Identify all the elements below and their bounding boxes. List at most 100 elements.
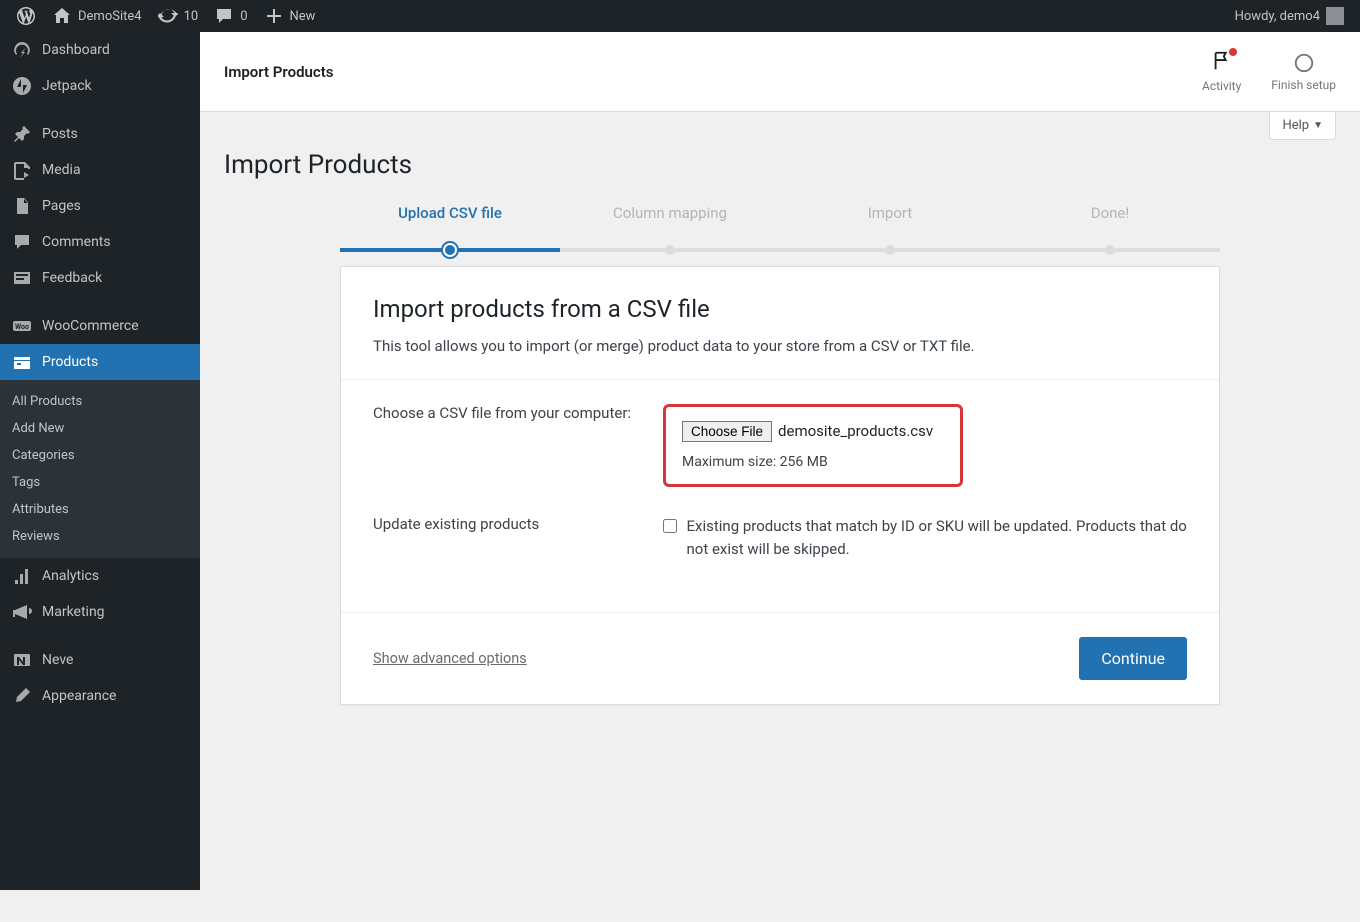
page-title: Import Products <box>224 150 1336 180</box>
update-existing-checkbox[interactable] <box>663 517 677 535</box>
label: Column mapping <box>613 204 727 222</box>
activity-button[interactable]: Activity <box>1202 50 1241 93</box>
step-import: Import <box>780 204 1000 246</box>
sidebar-item-woocommerce[interactable]: Woo WooCommerce <box>0 308 200 344</box>
admin-sidebar: Dashboard Jetpack Posts Media Pages Comm… <box>0 32 200 890</box>
avatar <box>1326 7 1344 25</box>
media-icon <box>12 160 32 180</box>
page-icon <box>12 196 32 216</box>
header-title: Import Products <box>224 63 334 81</box>
step-dot <box>885 245 895 255</box>
step-dot <box>443 243 457 257</box>
label: Marketing <box>42 604 105 620</box>
comments-link[interactable]: 0 <box>206 0 255 32</box>
submenu-reviews[interactable]: Reviews <box>0 523 200 550</box>
submenu-attributes[interactable]: Attributes <box>0 496 200 523</box>
label: Import <box>868 204 913 222</box>
svg-text:Woo: Woo <box>15 323 29 331</box>
label: Media <box>42 162 81 178</box>
submenu-add-new[interactable]: Add New <box>0 415 200 442</box>
selected-filename: demosite_products.csv <box>778 422 933 440</box>
sidebar-item-comments[interactable]: Comments <box>0 224 200 260</box>
site-name: DemoSite4 <box>78 9 142 24</box>
show-advanced-link[interactable]: Show advanced options <box>373 650 527 667</box>
help-tab[interactable]: Help ▼ <box>1269 112 1336 140</box>
woo-icon: Woo <box>12 316 32 336</box>
home-icon <box>52 6 72 26</box>
label: Pages <box>42 198 81 214</box>
label: Feedback <box>42 270 102 286</box>
sidebar-item-feedback[interactable]: Feedback <box>0 260 200 296</box>
label: Analytics <box>42 568 99 584</box>
wordpress-icon <box>16 6 36 26</box>
comment-icon <box>214 6 234 26</box>
chevron-down-icon: ▼ <box>1313 120 1323 131</box>
site-link[interactable]: DemoSite4 <box>44 0 150 32</box>
wp-logo[interactable] <box>8 0 44 32</box>
account-link[interactable]: Howdy, demo4 <box>1227 0 1352 32</box>
label: Help <box>1282 118 1309 133</box>
updates-link[interactable]: 10 <box>150 0 207 32</box>
label: Jetpack <box>42 78 92 94</box>
update-existing-desc: Existing products that match by ID or SK… <box>687 515 1188 560</box>
file-input-highlight: Choose File demosite_products.csv Maximum… <box>663 404 963 487</box>
sidebar-item-neve[interactable]: Neve <box>0 642 200 678</box>
finish-setup-button[interactable]: Finish setup <box>1271 52 1336 92</box>
products-submenu: All Products Add New Categories Tags Att… <box>0 380 200 558</box>
label: Dashboard <box>42 42 110 58</box>
label: Products <box>42 354 98 370</box>
panel-heading: Import products from a CSV file <box>373 295 1187 323</box>
dashboard-icon <box>12 40 32 60</box>
admin-bar: DemoSite4 10 0 New Howdy, demo4 <box>0 0 1360 32</box>
marketing-icon <box>12 602 32 622</box>
feedback-icon <box>12 268 32 288</box>
sidebar-item-analytics[interactable]: Analytics <box>0 558 200 594</box>
new-label: New <box>290 9 316 24</box>
label: Appearance <box>42 688 116 704</box>
panel-description: This tool allows you to import (or merge… <box>373 337 1187 355</box>
sidebar-item-products[interactable]: Products <box>0 344 200 380</box>
appearance-icon <box>12 686 32 706</box>
sidebar-item-pages[interactable]: Pages <box>0 188 200 224</box>
updates-count: 10 <box>184 9 199 24</box>
sidebar-item-jetpack[interactable]: Jetpack <box>0 68 200 104</box>
submenu-all-products[interactable]: All Products <box>0 388 200 415</box>
max-size-text: Maximum size: 256 MB <box>682 454 944 470</box>
notification-dot <box>1229 48 1237 56</box>
label: Finish setup <box>1271 78 1336 92</box>
label: Done! <box>1091 204 1130 222</box>
step-upload: Upload CSV file <box>340 204 560 246</box>
continue-button[interactable]: Continue <box>1079 637 1187 680</box>
label: WooCommerce <box>42 318 139 334</box>
label: Posts <box>42 126 78 142</box>
sidebar-item-posts[interactable]: Posts <box>0 116 200 152</box>
label: Upload CSV file <box>398 204 502 222</box>
update-icon <box>158 6 178 26</box>
new-link[interactable]: New <box>256 0 324 32</box>
pin-icon <box>12 124 32 144</box>
jetpack-icon <box>12 76 32 96</box>
submenu-categories[interactable]: Categories <box>0 442 200 469</box>
sidebar-item-marketing[interactable]: Marketing <box>0 594 200 630</box>
comments-count: 0 <box>240 9 247 24</box>
plus-icon <box>264 6 284 26</box>
header-bar: Import Products Activity Finish setup <box>200 32 1360 112</box>
greeting: Howdy, demo4 <box>1235 9 1320 24</box>
label: Neve <box>42 652 73 668</box>
progress-stepper: Upload CSV file Column mapping Import Do… <box>340 204 1220 246</box>
step-mapping: Column mapping <box>560 204 780 246</box>
sidebar-item-dashboard[interactable]: Dashboard <box>0 32 200 68</box>
label: Activity <box>1202 79 1241 93</box>
label: Comments <box>42 234 111 250</box>
choose-file-label: Choose a CSV file from your computer: <box>373 404 643 487</box>
step-dot <box>665 245 675 255</box>
submenu-tags[interactable]: Tags <box>0 469 200 496</box>
sidebar-item-media[interactable]: Media <box>0 152 200 188</box>
step-dot <box>1105 245 1115 255</box>
neve-icon <box>12 650 32 670</box>
update-existing-label: Update existing products <box>373 515 643 560</box>
sidebar-item-appearance[interactable]: Appearance <box>0 678 200 714</box>
choose-file-button[interactable]: Choose File <box>682 421 772 442</box>
circle-icon <box>1293 52 1315 74</box>
comments-icon <box>12 232 32 252</box>
